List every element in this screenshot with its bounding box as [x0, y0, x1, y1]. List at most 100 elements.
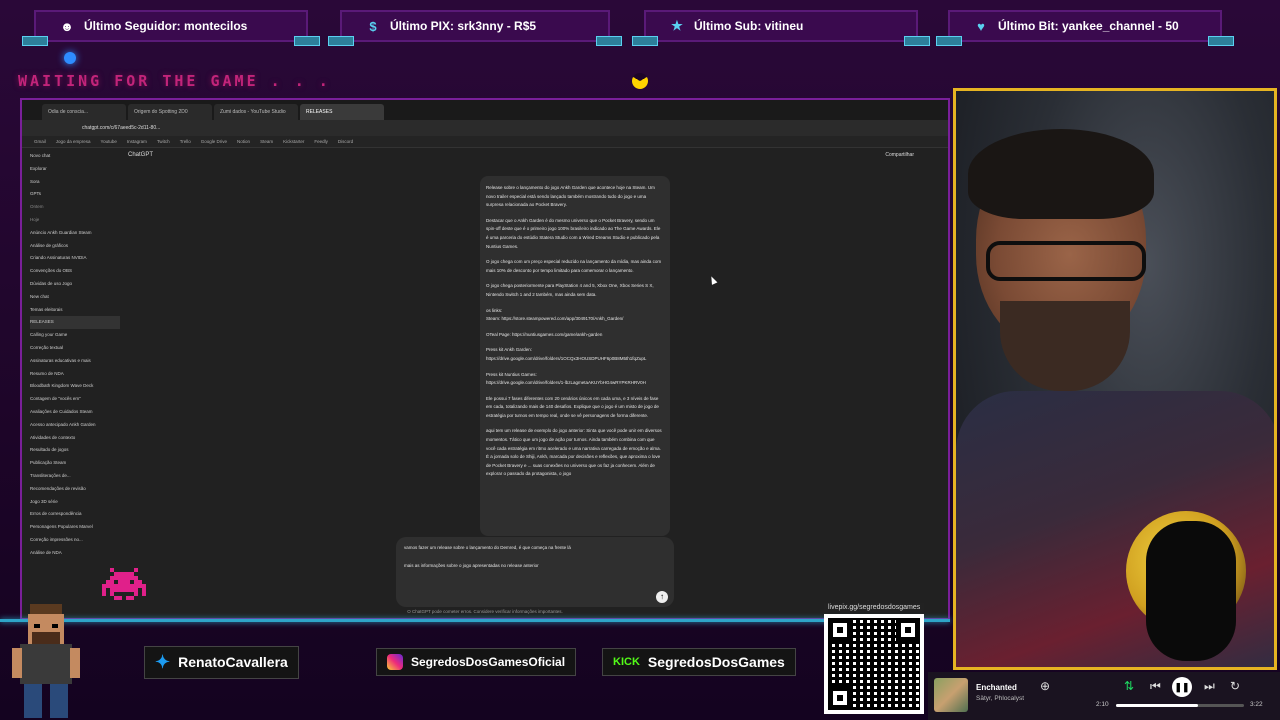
sidebar-chat-item[interactable]: Recomendações de revisão	[30, 483, 120, 496]
shuffle-icon[interactable]: ⇅	[1124, 679, 1134, 693]
sidebar-chat-item[interactable]: Convenções do OBS	[30, 265, 120, 278]
sidebar-chat-item[interactable]: New chat	[30, 291, 120, 304]
browser-tab[interactable]: Odia de conscia...	[42, 104, 126, 120]
chat-paragraph: O jogo chega posteriormente para PlaySta…	[486, 283, 654, 297]
sidebar-chat-item[interactable]: Publicação Steam	[30, 457, 120, 470]
bookmark[interactable]: Gmail	[34, 139, 46, 144]
social-kick: KICK SegredosDosGames	[602, 648, 796, 676]
sidebar-chat-item[interactable]: RELEASES	[30, 316, 120, 330]
chat-title[interactable]: ChatGPT	[128, 152, 153, 158]
sidebar-chat-item[interactable]: Sora	[30, 176, 120, 189]
bookmark[interactable]: Discord	[338, 139, 353, 144]
bookmark[interactable]: Google Drive	[201, 139, 227, 144]
sidebar-chat-item[interactable]: Contagem de "vocês em"	[30, 393, 120, 406]
sidebar-chat-item[interactable]: Explorar	[30, 163, 120, 176]
webcam-glasses	[986, 241, 1146, 281]
ticker-last-bit: ♥ Último Bit: yankee_channel - 50	[936, 10, 1234, 46]
twitter-handle: RenatoCavallera	[178, 654, 288, 670]
disclaimer-text: O ChatGPT pode cometer erros. Considere …	[407, 609, 563, 614]
sidebar-chat-item[interactable]: Personagens Populares Marvel	[30, 521, 120, 534]
sidebar-chat-item[interactable]: Resultado de jogos	[30, 444, 120, 457]
sidebar-chat-item[interactable]: Acesso antecipado Ankh Garden	[30, 419, 120, 432]
album-art	[934, 678, 968, 712]
sidebar-chat-item[interactable]: Atividades de contexto	[30, 432, 120, 445]
sidebar-section-label: Hoje	[30, 216, 40, 222]
sidebar-chat-item[interactable]: Novo chat	[30, 150, 120, 163]
next-icon[interactable]: ⏭	[1204, 679, 1215, 694]
ticker-last-sub: ★ Último Sub: vitineu	[632, 10, 930, 46]
divider	[0, 619, 950, 622]
qr-code	[824, 614, 924, 714]
kick-handle: SegredosDosGames	[647, 654, 785, 670]
time-duration: 3:22	[1250, 701, 1263, 708]
chat-paragraph: Ele possui 7 fases diferentes com 20 cen…	[486, 395, 659, 418]
bookmark[interactable]: Youtube	[101, 139, 117, 144]
time-elapsed: 2:10	[1096, 701, 1109, 708]
bookmark[interactable]: Twitch	[157, 139, 170, 144]
browser-tabs: Odia de conscia... Origem do Spotting 2D…	[22, 100, 948, 120]
browser-tab-active[interactable]: RELEASES	[300, 104, 384, 120]
qr-label: livepix.gg/segredosdosgames	[824, 603, 924, 612]
webcam-beard	[1000, 301, 1130, 391]
chat-message: Release sobre o lançamento do jogo Ankh …	[480, 176, 670, 536]
sidebar-chat-item[interactable]: Correção textual	[30, 342, 120, 355]
chat-paragraph: Press kit Ankh Garden: https://drive.goo…	[486, 347, 647, 361]
address-bar[interactable]: chatgpt.com/c/67aeed5c-2d11-80...	[22, 120, 948, 136]
progress-bar[interactable]	[1116, 704, 1244, 707]
url-text: chatgpt.com/c/67aeed5c-2d11-80...	[82, 125, 161, 131]
repeat-icon[interactable]: ↻	[1230, 679, 1240, 693]
cursor-icon	[708, 275, 718, 285]
sidebar-chat-item[interactable]: Erros de correspondência	[30, 508, 120, 521]
ticker-label: Último Sub: vitineu	[694, 19, 804, 33]
share-button[interactable]: Compartilhar	[885, 152, 914, 158]
previous-icon[interactable]: ⏮	[1150, 679, 1161, 694]
sidebar-chat-item[interactable]: Assinaturas educativas e mais	[30, 355, 120, 368]
sidebar-chat-item[interactable]: Bloodbath Kingdom Wave Deck	[30, 380, 120, 393]
send-icon[interactable]: ↑	[656, 591, 668, 603]
pause-button[interactable]: ❚❚	[1172, 677, 1192, 697]
bookmark[interactable]: Feedly	[314, 139, 328, 144]
sidebar-chat-item[interactable]: Transliterações de...	[30, 470, 120, 483]
bookmarks-bar: Gmail Jogo da empresa Youtube Instagram …	[22, 136, 948, 148]
sidebar-chat-item[interactable]: GPTs	[30, 188, 120, 201]
ticker-last-follower: ☻ Último Seguidor: montecilos	[22, 10, 320, 46]
microphone	[1146, 521, 1236, 661]
sidebar-chat-item[interactable]: Criando Assinaturas NVIDIA	[30, 252, 120, 265]
browser-tab[interactable]: Zumi dados - YouTube Studio	[214, 104, 298, 120]
sidebar-chat-item[interactable]: Avaliações de Cuidados Steam	[30, 406, 120, 419]
add-icon[interactable]: ⊕	[1040, 679, 1050, 693]
message-composer[interactable]: vamos fazer um release sobre o lançament…	[396, 537, 674, 607]
ticker-label: Último PIX: srk3nny - R$5	[390, 19, 537, 33]
composer-line: vamos fazer um release sobre o lançament…	[404, 545, 571, 550]
bookmark[interactable]: Kickstarter	[283, 139, 304, 144]
sidebar-chat-item[interactable]: Correção impressões no...	[30, 534, 120, 547]
instagram-handle: SegredosDosGamesOficial	[411, 655, 566, 669]
chat-paragraph: os links: Steam: https://store.steampowe…	[486, 307, 624, 322]
sidebar-chat-item[interactable]: Anúncio Ankh Guardian Steam	[30, 227, 120, 240]
progress-fill	[1116, 704, 1198, 707]
composer-line: mais as informações sobre o jogo apresen…	[404, 563, 539, 568]
social-instagram: SegredosDosGamesOficial	[376, 648, 577, 676]
bookmark[interactable]: Jogo da empresa	[56, 139, 91, 144]
instagram-icon	[387, 654, 403, 670]
star-icon: ★	[671, 18, 683, 33]
chat-paragraph: aqui tem um release de exemplo do jogo a…	[486, 428, 662, 477]
browser-capture: Odia de conscia... Origem do Spotting 2D…	[20, 98, 950, 620]
sidebar-chat-item[interactable]: Jogo 3D série	[30, 496, 120, 509]
decorative-dot	[64, 52, 76, 64]
sidebar-chat-item[interactable]: Dúvidas de uso Jogo	[30, 278, 120, 291]
bookmark[interactable]: Steam	[260, 139, 273, 144]
bookmark[interactable]: Trello	[180, 139, 191, 144]
sidebar-chat-item[interactable]: Resumo de NDA	[30, 368, 120, 381]
sidebar-chat-item[interactable]: Calling your Game	[30, 329, 120, 342]
sidebar-chat-item[interactable]: Análise de gráficos	[30, 240, 120, 253]
sidebar-chat-item[interactable]: Análise de NDA	[30, 547, 120, 560]
music-player: Enchanted Sätyr, Phlocalyst ⊕ ⇅ ⏮ ❚❚ ⏭ ↻…	[928, 672, 1280, 720]
kick-icon: KICK	[613, 656, 640, 668]
bookmark[interactable]: Instagram	[127, 139, 147, 144]
chat-sidebar: Novo chat Explorar Sora GPTs Ontem Hoje Anúnci…	[30, 150, 120, 618]
sidebar-chat-item[interactable]: Temas eleitorais	[30, 304, 120, 317]
song-artist: Sätyr, Phlocalyst	[976, 695, 1025, 702]
bookmark[interactable]: Notion	[237, 139, 250, 144]
browser-tab[interactable]: Origem do Spotting 2D0	[128, 104, 212, 120]
